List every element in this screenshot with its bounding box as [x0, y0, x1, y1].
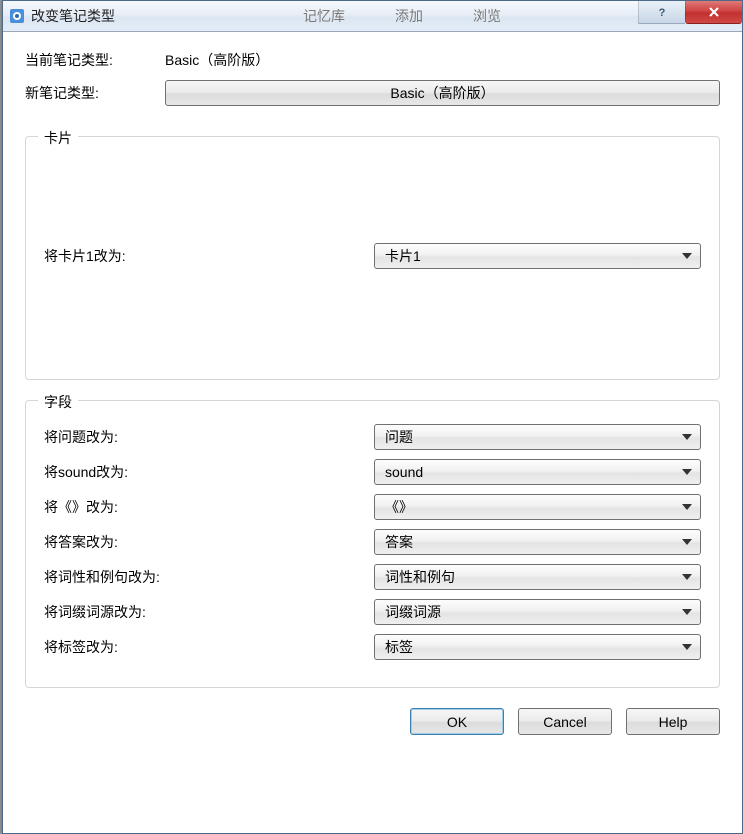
field-mapping-select[interactable]: 词缀词源 [374, 599, 701, 625]
card-mapping-row: 将卡片1改为: 卡片1 [44, 243, 701, 269]
field-mapping-row: 将答案改为: 答案 [44, 529, 701, 555]
field-mapping-value: 词缀词源 [385, 602, 441, 622]
field-mapping-label: 将答案改为: [44, 532, 374, 552]
ok-button[interactable]: OK [410, 708, 504, 735]
window-title: 改变笔记类型 [31, 6, 115, 26]
field-mapping-row: 将sound改为: sound [44, 459, 701, 485]
chevron-down-icon [682, 434, 692, 440]
background-tabs-shadow: 记忆库 添加 浏览 [303, 1, 501, 31]
chevron-down-icon [682, 609, 692, 615]
field-mapping-select[interactable]: sound [374, 459, 701, 485]
field-mapping-value: 词性和例句 [385, 567, 455, 587]
card-mapping-label: 将卡片1改为: [44, 246, 374, 266]
field-mapping-row: 将词缀词源改为: 词缀词源 [44, 599, 701, 625]
help-window-button[interactable]: ? [638, 1, 685, 24]
bg-tab: 添加 [395, 6, 423, 26]
field-mapping-row: 将词性和例句改为: 词性和例句 [44, 564, 701, 590]
chevron-down-icon [682, 504, 692, 510]
chevron-down-icon [682, 539, 692, 545]
fields-legend: 字段 [38, 392, 78, 412]
field-mapping-value: 问题 [385, 427, 413, 447]
field-mapping-label: 将词性和例句改为: [44, 567, 374, 587]
dialog-content: 当前笔记类型: Basic（高阶版） 新笔记类型: Basic（高阶版） 卡片 … [3, 32, 742, 833]
chevron-down-icon [682, 644, 692, 650]
bg-tab: 记忆库 [303, 6, 345, 26]
field-mapping-label: 将问题改为: [44, 427, 374, 447]
bg-tab: 浏览 [473, 6, 501, 26]
cancel-button[interactable]: Cancel [518, 708, 612, 735]
help-button-label: Help [659, 714, 688, 730]
field-mapping-select[interactable]: 问题 [374, 424, 701, 450]
card-mapping-select[interactable]: 卡片1 [374, 243, 701, 269]
field-mapping-select[interactable]: 标签 [374, 634, 701, 660]
window-controls: ? [638, 1, 742, 23]
field-mapping-select[interactable]: 答案 [374, 529, 701, 555]
new-type-row: 新笔记类型: Basic（高阶版） [25, 80, 720, 106]
field-mapping-label: 将《》改为: [44, 497, 374, 517]
cards-groupbox: 卡片 将卡片1改为: 卡片1 [25, 136, 720, 380]
app-icon [9, 8, 25, 24]
new-type-button[interactable]: Basic（高阶版） [165, 80, 720, 106]
titlebar: 改变笔记类型 记忆库 添加 浏览 ? [3, 1, 742, 32]
current-type-label: 当前笔记类型: [25, 50, 165, 70]
current-type-row: 当前笔记类型: Basic（高阶版） [25, 50, 720, 70]
field-mapping-value: sound [385, 464, 423, 480]
dialog-button-bar: OK Cancel Help [25, 708, 720, 735]
dialog-window: 改变笔记类型 记忆库 添加 浏览 ? 当前笔记类型: Basic（ [2, 0, 743, 834]
new-type-label: 新笔记类型: [25, 83, 165, 103]
field-mapping-value: 答案 [385, 532, 413, 552]
field-mapping-value: 标签 [385, 637, 413, 657]
field-mapping-value: 《》 [385, 497, 413, 517]
card-mapping-value: 卡片1 [385, 246, 421, 266]
field-mapping-label: 将标签改为: [44, 637, 374, 657]
field-mapping-label: 将sound改为: [44, 462, 374, 482]
close-window-button[interactable] [685, 1, 742, 24]
cards-legend: 卡片 [38, 128, 78, 148]
field-mapping-select[interactable]: 《》 [374, 494, 701, 520]
close-icon [708, 6, 720, 18]
current-type-value: Basic（高阶版） [165, 50, 269, 70]
chevron-down-icon [682, 469, 692, 475]
cancel-button-label: Cancel [543, 714, 587, 730]
fields-groupbox: 字段 将问题改为: 问题 将sound改为: sound 将《》改为: 《》 [25, 400, 720, 688]
chevron-down-icon [682, 253, 692, 259]
new-type-button-label: Basic（高阶版） [390, 83, 494, 103]
field-mapping-select[interactable]: 词性和例句 [374, 564, 701, 590]
question-mark-icon: ? [656, 6, 668, 18]
help-button[interactable]: Help [626, 708, 720, 735]
field-mapping-row: 将问题改为: 问题 [44, 424, 701, 450]
svg-text:?: ? [659, 7, 666, 18]
field-mapping-row: 将《》改为: 《》 [44, 494, 701, 520]
field-mapping-label: 将词缀词源改为: [44, 602, 374, 622]
chevron-down-icon [682, 574, 692, 580]
field-mapping-row: 将标签改为: 标签 [44, 634, 701, 660]
ok-button-label: OK [447, 714, 467, 730]
